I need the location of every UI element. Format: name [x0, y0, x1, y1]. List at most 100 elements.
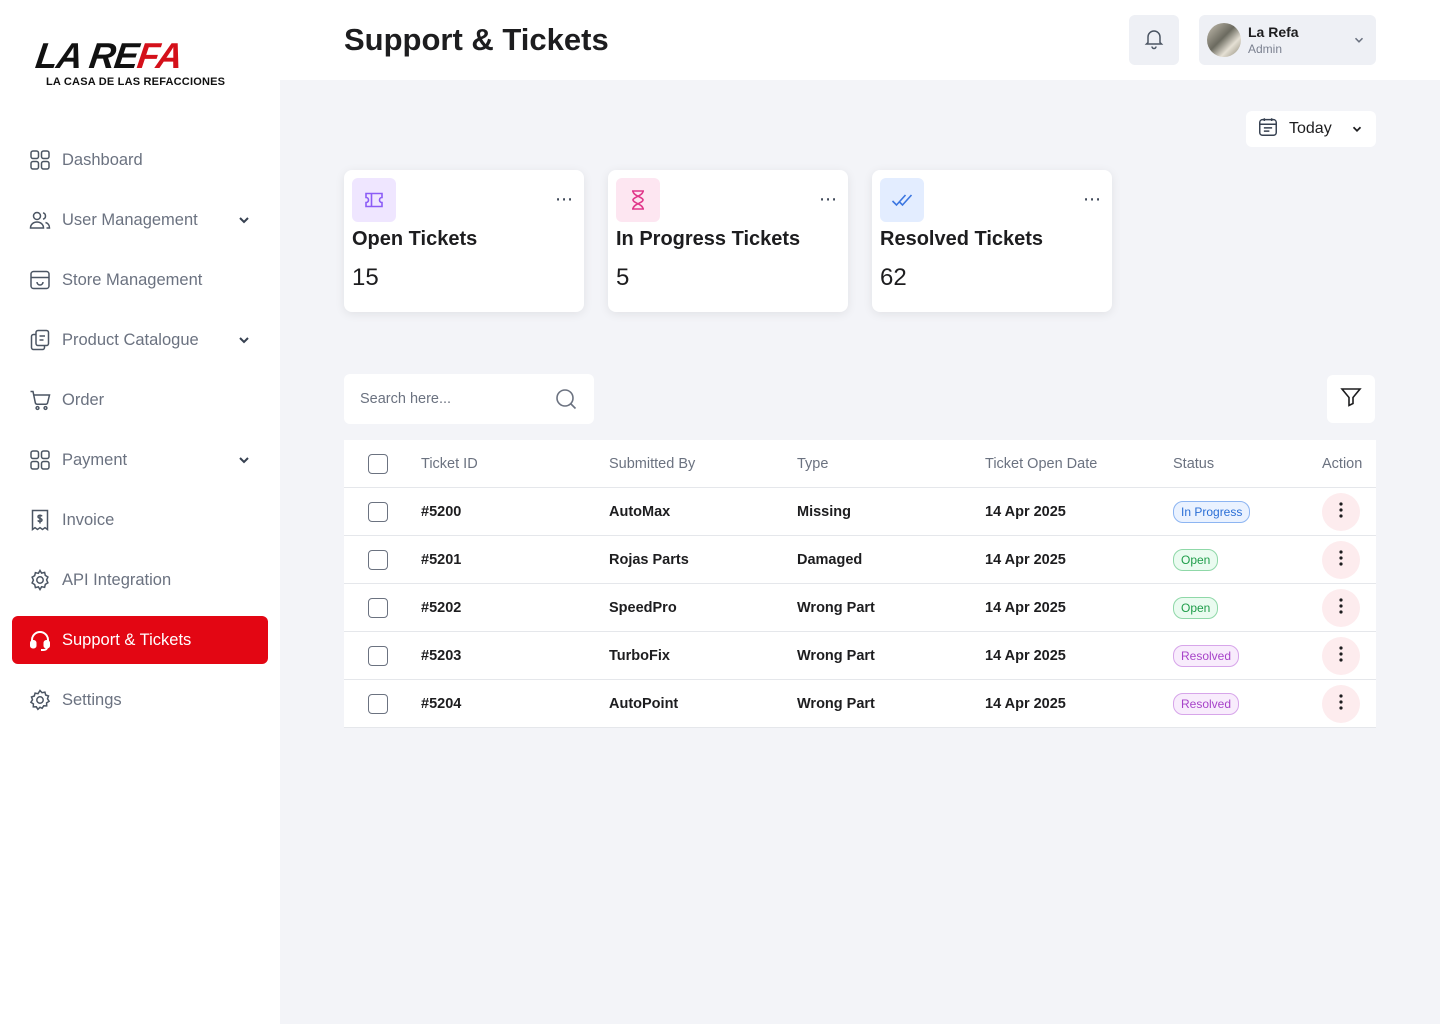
column-header-status[interactable]: Status [1173, 440, 1214, 488]
stat-title: Resolved Tickets [880, 228, 1044, 250]
chevron-down-icon [1352, 33, 1366, 47]
chevron-down-icon[interactable] [236, 452, 252, 468]
catalogue-icon [28, 328, 52, 352]
stat-value: 5 [616, 264, 630, 291]
filter-button[interactable] [1327, 375, 1375, 423]
logo-tagline: LA CASA DE LAS REFACCIONES [46, 76, 226, 88]
row-checkbox[interactable] [368, 694, 388, 714]
open-date: 14 Apr 2025 [985, 696, 1066, 712]
grid-icon [28, 148, 52, 172]
ticket-id: #5204 [421, 696, 462, 712]
stat-title: Open Tickets [352, 228, 478, 250]
stat-card-open-tickets: ⋯ Open Tickets 15 [344, 170, 584, 312]
hourglass-icon [616, 178, 660, 222]
action-cell [1322, 584, 1360, 632]
profile-text: La Refa Admin [1248, 23, 1299, 57]
row-checkbox[interactable] [368, 598, 388, 618]
chevron-down-icon[interactable] [236, 332, 252, 348]
column-header-action: Action [1322, 456, 1363, 472]
sidebar-item-store-management[interactable]: Store Management [12, 256, 268, 304]
status-cell: In Progress [1173, 488, 1251, 536]
profile-menu[interactable]: La Refa Admin [1199, 15, 1376, 65]
ticket-id: #5201 [421, 552, 462, 568]
sidebar-item-order[interactable]: Order [12, 376, 268, 424]
select-all-checkbox[interactable] [368, 454, 388, 474]
bell-icon [1142, 26, 1166, 55]
sidebar-item-dashboard[interactable]: Dashboard [12, 136, 268, 184]
open-date: 14 Apr 2025 [985, 552, 1066, 568]
action-cell [1322, 488, 1360, 536]
table-row[interactable]: #5200 AutoMax Missing 14 Apr 2025 In Pro… [344, 488, 1376, 536]
ticket-type: Wrong Part [797, 696, 875, 712]
row-actions-button[interactable] [1322, 541, 1360, 579]
submitted-by: SpeedPro [609, 600, 677, 616]
row-actions-button[interactable] [1322, 685, 1360, 723]
api-gear-icon [28, 568, 52, 592]
chevron-down-icon[interactable] [236, 212, 252, 228]
open-date: 14 Apr 2025 [985, 648, 1066, 664]
submitted-by: Rojas Parts [609, 552, 689, 568]
more-options-button[interactable]: ⋯ [819, 190, 838, 208]
submitted-by: TurboFix [609, 648, 670, 664]
submitted-by: AutoMax [609, 504, 671, 520]
table-row[interactable]: #5203 TurboFix Wrong Part 14 Apr 2025 Re… [344, 632, 1376, 680]
invoice-icon [28, 508, 52, 532]
more-options-button[interactable]: ⋯ [555, 190, 574, 208]
sidebar-item-settings[interactable]: Settings [12, 676, 268, 724]
table-row[interactable]: #5201 Rojas Parts Damaged 14 Apr 2025 Op… [344, 536, 1376, 584]
row-checkbox-cell [368, 488, 388, 536]
sidebar-item-payment[interactable]: Payment [12, 436, 268, 484]
status-badge: Resolved [1173, 645, 1240, 667]
row-checkbox[interactable] [368, 502, 388, 522]
kebab-menu-icon [1331, 548, 1351, 572]
stat-title: In Progress Tickets [616, 228, 801, 250]
submitted-by: AutoPoint [609, 696, 679, 712]
grid-icon [28, 448, 52, 472]
ticket-id: #5202 [421, 600, 462, 616]
ticket-id: #5203 [421, 648, 462, 664]
column-header-open-date[interactable]: Ticket Open Date [985, 440, 1097, 488]
row-checkbox-cell [368, 632, 388, 680]
sidebar-item-api-integration[interactable]: API Integration [12, 556, 268, 604]
date-filter-dropdown[interactable]: Today [1246, 111, 1376, 147]
action-cell [1322, 632, 1360, 680]
column-header-ticket-id[interactable]: Ticket ID [421, 440, 478, 488]
table-body: #5200 AutoMax Missing 14 Apr 2025 In Pro… [344, 488, 1376, 728]
sidebar: LA REFA LA CASA DE LAS REFACCIONES Dashb… [0, 0, 280, 1024]
status-badge: Resolved [1173, 693, 1240, 715]
status-badge: Open [1173, 597, 1219, 619]
sidebar-item-invoice[interactable]: Invoice [12, 496, 268, 544]
top-header: Support & Tickets La Refa Admin [280, 0, 1440, 80]
filter-icon [1339, 385, 1363, 414]
column-header-submitted-by[interactable]: Submitted By [609, 440, 695, 488]
ticket-type: Missing [797, 504, 851, 520]
ticket-icon [352, 178, 396, 222]
brand-logo[interactable]: LA REFA LA CASA DE LAS REFACCIONES [33, 35, 240, 90]
search-icon[interactable] [554, 387, 578, 411]
sidebar-item-product-catalogue[interactable]: Product Catalogue [12, 316, 268, 364]
row-actions-button[interactable] [1322, 589, 1360, 627]
row-actions-button[interactable] [1322, 637, 1360, 675]
sidebar-item-user-management[interactable]: User Management [12, 196, 268, 244]
sidebar-item-support-tickets[interactable]: Support & Tickets [12, 616, 268, 664]
ticket-type: Damaged [797, 552, 863, 568]
sidebar-item-label: Product Catalogue [62, 330, 199, 349]
kebab-menu-icon [1331, 644, 1351, 668]
column-header-type[interactable]: Type [797, 440, 828, 488]
logo-wordmark: LA REFA [33, 35, 185, 76]
more-options-button[interactable]: ⋯ [1083, 190, 1102, 208]
status-cell: Resolved [1173, 680, 1240, 728]
action-cell [1322, 536, 1360, 584]
kebab-menu-icon [1331, 692, 1351, 716]
sidebar-item-label: Settings [62, 690, 122, 709]
table-row[interactable]: #5202 SpeedPro Wrong Part 14 Apr 2025 Op… [344, 584, 1376, 632]
status-cell: Open [1173, 584, 1219, 632]
row-checkbox[interactable] [368, 550, 388, 570]
sidebar-item-label: User Management [62, 210, 198, 229]
notifications-button[interactable] [1129, 15, 1179, 65]
table-row[interactable]: #5204 AutoPoint Wrong Part 14 Apr 2025 R… [344, 680, 1376, 728]
row-checkbox[interactable] [368, 646, 388, 666]
row-actions-button[interactable] [1322, 493, 1360, 531]
search-input[interactable] [360, 388, 550, 410]
sidebar-item-label: Order [62, 390, 105, 409]
